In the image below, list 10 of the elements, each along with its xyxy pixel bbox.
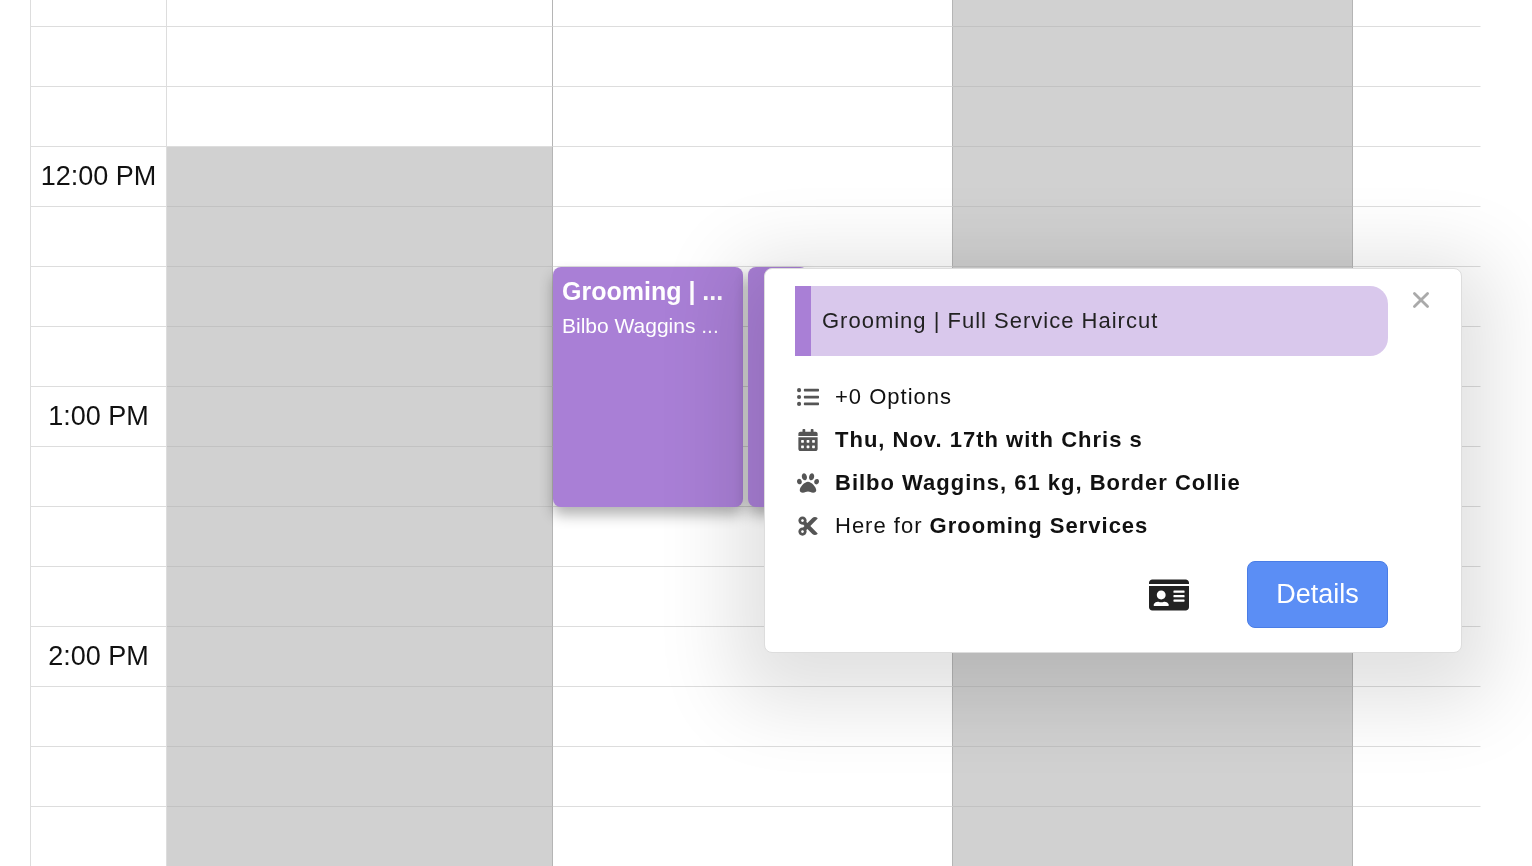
detail-text: +0 Options: [835, 384, 952, 410]
appointment-title: Grooming | ...: [562, 277, 725, 306]
time-label: 12:00 PM: [40, 161, 157, 192]
client-name: Bilbo Waggins ...: [562, 314, 720, 338]
detail-text: Bilbo Waggins, 61 kg, Border Collie: [835, 470, 1241, 496]
detail-text: Here for Grooming Services: [835, 513, 1149, 539]
time-label: 2:00 PM: [48, 641, 149, 672]
appointment-title-bar: Grooming | Full Service Haircut: [795, 286, 1388, 356]
detail-text: Thu, Nov. 17th with Chris s: [835, 427, 1143, 453]
time-label: 1:00 PM: [48, 401, 149, 432]
